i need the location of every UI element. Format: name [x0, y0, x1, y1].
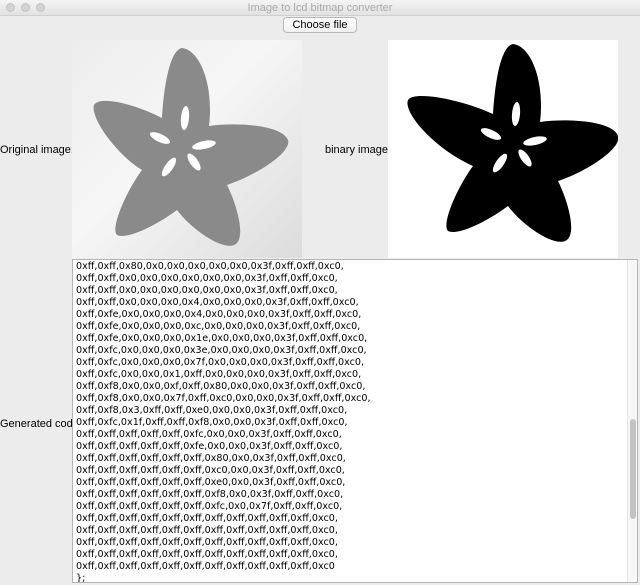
code-line: 0xff,0xff,0xff,0xff,0xff,0xfe,0x0,0x0,0x… — [76, 441, 343, 452]
code-line: 0xff,0xfe,0x0,0x0,0x0,0x1e,0x0,0x0,0x0,0… — [76, 333, 368, 344]
code-line: 0xff,0xff,0xff,0xff,0xff,0xff,0xc0,0x0,0… — [76, 465, 345, 476]
binary-flower-image — [407, 44, 618, 242]
code-line: 0xff,0xff,0xff,0xff,0xff,0xff,0xff,0xff,… — [76, 525, 338, 536]
code-line: 0xff,0xff,0x0,0x0,0x0,0x4,0x0,0x0,0x0,0x… — [76, 297, 359, 308]
flower-shape — [93, 48, 289, 246]
code-line: 0xff,0xfc,0x0,0x0,0x0,0x7f,0x0,0x0,0x0,0… — [76, 357, 365, 368]
code-line: 0xff,0xfc,0x0,0x0,0x0,0x3e,0x0,0x0,0x0,0… — [76, 345, 367, 356]
code-line: 0xff,0xf8,0x0,0x0,0xf,0xff,0x80,0x0,0x0,… — [76, 381, 366, 392]
window-titlebar: Image to lcd bitmap converter — [0, 0, 640, 16]
code-line: 0xff,0xff,0xff,0xff,0xff,0xff,0xff,0xff,… — [76, 549, 338, 560]
generated-code-text: 0xff,0xff,0x80,0x0,0x0,0x0,0x0,0x0,0x3f,… — [76, 261, 371, 583]
original-image-label: Original image: — [0, 144, 74, 156]
code-line: 0xff,0xfc,0x0,0x0,0x1,0xff,0x0,0x0,0x0,0… — [76, 369, 362, 380]
code-line: 0xff,0xf8,0x0,0x0,0x7f,0xff,0xc0,0x0,0x0… — [76, 393, 371, 404]
generated-code-label: Generated code: — [0, 418, 82, 430]
code-line: }; — [76, 573, 86, 583]
generated-code-textarea[interactable]: 0xff,0xff,0x80,0x0,0x0,0x0,0x0,0x0,0x3f,… — [72, 259, 638, 583]
code-line: 0xff,0xff,0x0,0x0,0x0,0x0,0x0,0x0,0x3f,0… — [76, 273, 338, 284]
binary-image-preview — [388, 40, 618, 258]
binary-image-label: binary image: — [325, 144, 392, 156]
choose-file-button[interactable]: Choose file — [283, 17, 357, 33]
code-line: 0xff,0xff,0xff,0xff,0xff,0xff,0x80,0x0,0… — [76, 453, 346, 464]
code-line: 0xff,0xff,0xff,0xff,0xff,0xfc,0x0,0x0,0x… — [76, 429, 342, 440]
code-vertical-scrollbar[interactable] — [627, 260, 637, 582]
code-line: 0xff,0xff,0xff,0xff,0xff,0xff,0xe0,0x0,0… — [76, 477, 346, 488]
code-line: 0xff,0xff,0xff,0xff,0xff,0xff,0xfc,0x0,0… — [76, 501, 343, 512]
code-line: 0xff,0xff,0x0,0x0,0x0,0x0,0x0,0x0,0x3f,0… — [76, 285, 338, 296]
code-line: 0xff,0xfc,0x1f,0xff,0xff,0xf8,0x0,0x0,0x… — [76, 417, 348, 428]
code-line: 0xff,0xff,0xff,0xff,0xff,0xff,0xf8,0x0,0… — [76, 489, 344, 500]
code-line: 0xff,0xf8,0x3,0xff,0xff,0xe0,0x0,0x0,0x3… — [76, 405, 348, 416]
code-line: 0xff,0xff,0xff,0xff,0xff,0xff,0xff,0xff,… — [76, 537, 338, 548]
window-title: Image to lcd bitmap converter — [247, 2, 393, 14]
code-line: 0xff,0xfe,0x0,0x0,0x0,0xc,0x0,0x0,0x0,0x… — [76, 321, 361, 332]
original-flower-image — [93, 48, 289, 246]
flower-shape — [407, 44, 618, 242]
binary-flower-icon — [407, 44, 618, 242]
original-flower-icon — [93, 48, 289, 246]
code-line: 0xff,0xff,0xff,0xff,0xff,0xff,0xff,0xff,… — [76, 561, 335, 572]
code-line: 0xff,0xff,0xff,0xff,0xff,0xff,0xff,0xff,… — [76, 513, 338, 524]
scrollbar-thumb[interactable] — [630, 419, 636, 519]
code-line: 0xff,0xff,0x80,0x0,0x0,0x0,0x0,0x0,0x3f,… — [76, 261, 344, 272]
original-image-preview — [72, 40, 302, 258]
code-line: 0xff,0xfe,0x0,0x0,0x0,0x4,0x0,0x0,0x0,0x… — [76, 309, 362, 320]
